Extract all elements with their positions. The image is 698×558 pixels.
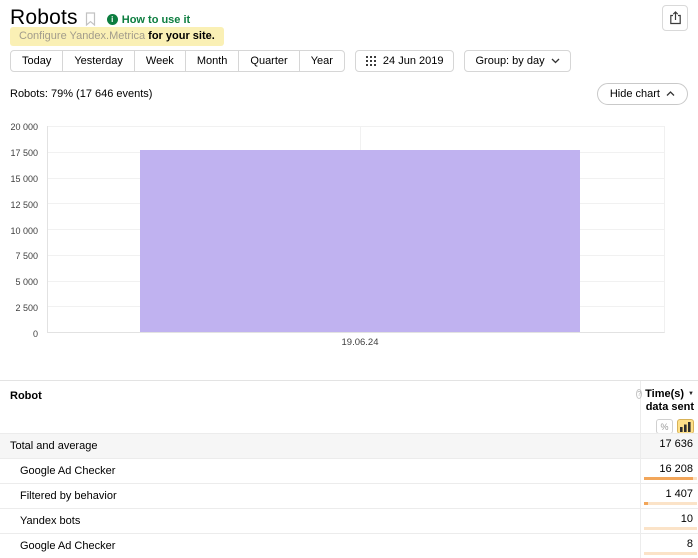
robots-table: Robot ? Time(s) ▼ data sent %	[0, 380, 698, 558]
row-value-cell: 16 208	[640, 459, 698, 483]
row-value: 17 636	[659, 438, 693, 450]
row-bar	[644, 477, 697, 480]
row-bar	[644, 502, 697, 505]
y-tick-label: 2 500	[15, 303, 38, 313]
row-label: Total and average	[10, 440, 97, 452]
metric-name: Time(s)	[645, 388, 684, 400]
table-row[interactable]: Yandex bots 10	[0, 508, 698, 533]
y-tick-label: 7 500	[15, 251, 38, 261]
x-axis-label: 19.06.24	[342, 337, 379, 348]
y-tick-label: 12 500	[10, 200, 38, 210]
display-toggles: %	[641, 419, 694, 434]
bars-toggle-button[interactable]	[677, 419, 694, 434]
row-bar-fill	[644, 477, 693, 480]
y-tick-label: 15 000	[10, 174, 38, 184]
y-tick-label: 10 000	[10, 226, 38, 236]
robot-column-header: Robot	[10, 390, 42, 402]
bar-chart-icon	[680, 422, 691, 432]
events-bar-chart: 20 000 17 500 15 000 12 500 10 000 7 500…	[0, 0, 698, 360]
sort-desc-icon[interactable]: ▼	[688, 391, 694, 397]
metric-header-line1[interactable]: ? Time(s) ▼	[641, 388, 694, 400]
row-value: 1 407	[665, 488, 693, 500]
help-icon[interactable]: ?	[636, 389, 642, 399]
row-value: 16 208	[659, 463, 693, 475]
row-value-cell: 8	[640, 534, 698, 558]
row-label[interactable]: Google Ad Checker	[20, 465, 115, 477]
y-tick-label: 20 000	[10, 122, 38, 132]
row-value: 10	[681, 513, 693, 525]
y-tick-label: 5 000	[15, 277, 38, 287]
robots-report-page: Robots i How to use it Configure Yandex.…	[0, 0, 698, 558]
table-row-total: Total and average 17 636	[0, 433, 698, 458]
row-label[interactable]: Filtered by behavior	[20, 490, 117, 502]
y-tick-label: 0	[33, 329, 38, 339]
table-row[interactable]: Google Ad Checker 8	[0, 533, 698, 558]
row-bar-fill	[644, 502, 648, 505]
chart-bar[interactable]	[140, 150, 580, 332]
row-value: 8	[687, 538, 693, 550]
row-label[interactable]: Google Ad Checker	[20, 540, 115, 552]
plot-area	[47, 126, 665, 333]
row-label[interactable]: Yandex bots	[20, 515, 80, 527]
row-value-cell: 17 636	[640, 434, 698, 458]
percent-toggle-button[interactable]: %	[656, 419, 673, 434]
row-value-cell: 10	[640, 509, 698, 533]
row-bar	[644, 527, 697, 530]
y-axis-labels: 20 000 17 500 15 000 12 500 10 000 7 500…	[0, 126, 43, 333]
metric-column-header: ? Time(s) ▼ data sent %	[640, 381, 698, 433]
metric-header-line2: data sent	[641, 401, 694, 413]
table-header: Robot ? Time(s) ▼ data sent %	[0, 381, 698, 433]
row-bar	[644, 552, 697, 555]
gridline	[48, 126, 664, 127]
table-row[interactable]: Filtered by behavior 1 407	[0, 483, 698, 508]
table-row[interactable]: Google Ad Checker 16 208	[0, 458, 698, 483]
y-tick-label: 17 500	[10, 148, 38, 158]
row-value-cell: 1 407	[640, 484, 698, 508]
